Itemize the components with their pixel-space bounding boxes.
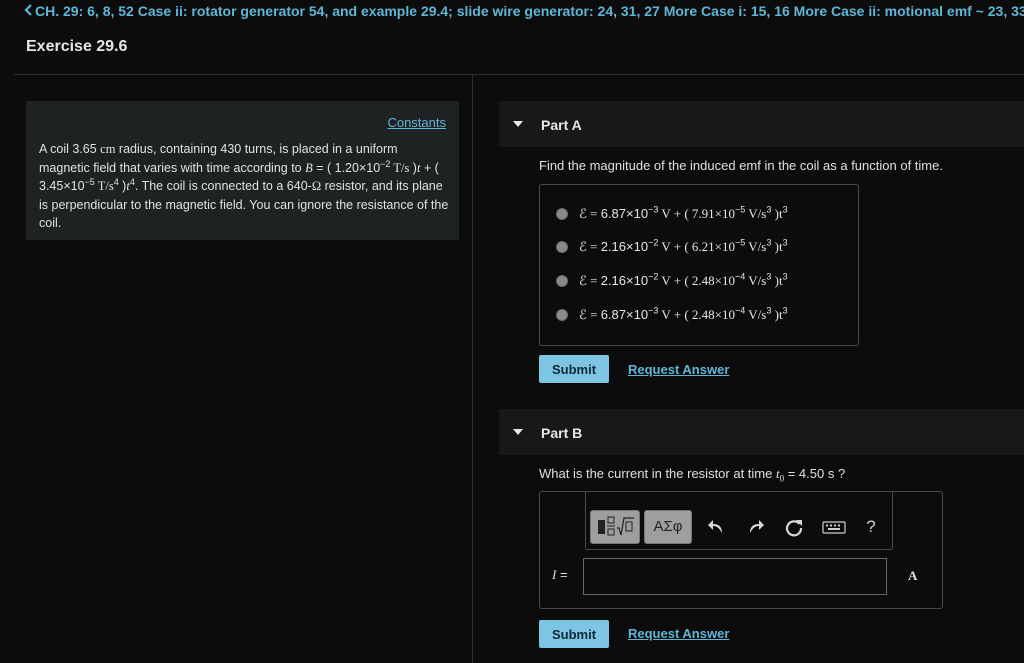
variable-t: )t <box>771 239 783 254</box>
header-divider <box>14 74 1024 75</box>
choice-option-4[interactable]: ℰ = 6.87×10−3 V + ( 2.48×10−4 V/s3 )t3 <box>556 305 788 325</box>
question-text: What is the current in the resistor at t… <box>539 466 776 481</box>
breadcrumb-text[interactable]: CH. 29: 6, 8, 52 Case ii: rotator genera… <box>35 3 1024 19</box>
answer-box: ΑΣφ ? I = A <box>539 491 943 609</box>
radio-button[interactable] <box>556 275 568 287</box>
undo-icon[interactable] <box>706 516 728 538</box>
problem-text-part: A coil 3.65 <box>39 142 101 156</box>
exponent: 3 <box>782 204 788 215</box>
answer-unit: A <box>908 568 918 583</box>
problem-text-part: = ( 1.20×10 <box>312 160 381 175</box>
radio-button[interactable] <box>556 241 568 253</box>
exponent: −5 <box>735 237 746 248</box>
exponent: −3 <box>648 305 659 316</box>
problem-statement-panel: Constants A coil 3.65 cm radius, contain… <box>26 101 459 240</box>
coef: 6.87×10 <box>600 206 649 221</box>
multiple-choice-group: ℰ = 6.87×10−3 V + ( 7.91×10−5 V/s3 )t3 ℰ… <box>539 184 859 346</box>
choice-option-2[interactable]: ℰ = 2.16×10−2 V + ( 6.21×10−5 V/s3 )t3 <box>556 237 788 257</box>
unit-ohm: Ω <box>311 179 322 193</box>
emf-symbol: ℰ = <box>579 239 601 254</box>
exponent: −2 <box>648 271 659 282</box>
coef: V + ( 2.48×10 <box>658 273 735 288</box>
answer-variable-label: I = <box>552 567 568 583</box>
fraction-root-template-icon <box>598 516 634 536</box>
exponent: −5 <box>84 176 95 187</box>
coef: 2.16×10 <box>600 239 649 254</box>
coef: V + ( 6.21×10 <box>658 239 735 254</box>
part-a-label: Part A <box>541 117 582 133</box>
part-a-submit-button[interactable]: Submit <box>539 355 609 383</box>
radio-button[interactable] <box>556 309 568 321</box>
variable-t: )t <box>771 273 783 288</box>
unit: V/s <box>745 239 767 254</box>
emf-symbol: ℰ = <box>579 307 601 322</box>
part-b-header[interactable]: Part B <box>499 409 1024 455</box>
exponent: −4 <box>735 305 746 316</box>
unit: V/s <box>745 273 767 288</box>
redo-icon[interactable] <box>744 516 766 538</box>
variable-t: )t <box>771 206 783 221</box>
choice-option-3[interactable]: ℰ = 2.16×10−2 V + ( 2.48×10−4 V/s3 )t3 <box>556 271 788 291</box>
part-b-question: What is the current in the resistor at t… <box>539 466 846 483</box>
problem-text-part: . The coil is connected to a 640- <box>134 179 312 193</box>
question-text: = 4.50 s ? <box>784 466 846 481</box>
equals-sign: = <box>556 567 568 582</box>
help-icon[interactable]: ? <box>860 516 882 538</box>
coef: V + ( 7.91×10 <box>658 206 735 221</box>
exponent: −4 <box>735 271 746 282</box>
variable-t: )t <box>771 307 783 322</box>
exponent: 3 <box>782 271 788 282</box>
templates-button[interactable] <box>590 510 640 544</box>
part-a-header[interactable]: Part A <box>499 101 1024 147</box>
coef: V + ( 2.48×10 <box>658 307 735 322</box>
page-title: Exercise 29.6 <box>26 38 128 55</box>
radio-button[interactable] <box>556 208 568 220</box>
choice-text[interactable]: ℰ = 2.16×10−2 V + ( 2.48×10−4 V/s3 )t3 <box>579 271 788 289</box>
emf-symbol: ℰ = <box>579 206 601 221</box>
part-b-submit-button[interactable]: Submit <box>539 620 609 648</box>
part-a-question: Find the magnitude of the induced emf in… <box>539 158 943 173</box>
chevron-left-icon[interactable] <box>24 3 33 19</box>
reset-icon[interactable] <box>783 516 805 538</box>
part-a-request-answer-link[interactable]: Request Answer <box>628 362 729 377</box>
coef: 2.16×10 <box>600 273 649 288</box>
part-b-label: Part B <box>541 425 583 441</box>
answer-input[interactable] <box>583 558 887 595</box>
keyboard-icon[interactable] <box>821 516 847 538</box>
coef: 6.87×10 <box>600 307 649 322</box>
collapse-triangle-icon[interactable] <box>513 121 523 127</box>
choice-text[interactable]: ℰ = 6.87×10−3 V + ( 2.48×10−4 V/s3 )t3 <box>579 305 788 323</box>
exponent: −2 <box>648 237 659 248</box>
exponent: −5 <box>735 204 746 215</box>
unit: V/s <box>745 307 767 322</box>
part-b-request-answer-link[interactable]: Request Answer <box>628 626 729 641</box>
unit: V/s <box>745 206 767 221</box>
choice-option-1[interactable]: ℰ = 6.87×10−3 V + ( 7.91×10−5 V/s3 )t3 <box>556 204 788 224</box>
exponent: 3 <box>782 237 788 248</box>
exponent: 3 <box>782 305 788 316</box>
choice-text[interactable]: ℰ = 2.16×10−2 V + ( 6.21×10−5 V/s3 )t3 <box>579 237 788 255</box>
problem-text: A coil 3.65 cm radius, containing 430 tu… <box>39 140 449 233</box>
symbols-button[interactable]: ΑΣφ <box>644 510 692 544</box>
choice-text[interactable]: ℰ = 6.87×10−3 V + ( 7.91×10−5 V/s3 )t3 <box>579 204 788 222</box>
unit-t-per-s: T/s <box>390 160 410 175</box>
collapse-triangle-icon[interactable] <box>513 429 523 435</box>
problem-text-part: ) <box>409 160 417 175</box>
exponent: −2 <box>380 158 391 169</box>
exponent: −3 <box>648 204 659 215</box>
unit-t-per-s4: T/s <box>94 179 114 193</box>
unit-cm: cm <box>100 142 116 156</box>
column-divider <box>472 75 473 663</box>
math-toolbar: ΑΣφ ? <box>585 492 893 550</box>
variable-b: B <box>305 160 313 175</box>
constants-link[interactable]: Constants <box>387 115 446 130</box>
breadcrumb[interactable]: CH. 29: 6, 8, 52 Case ii: rotator genera… <box>24 3 1024 19</box>
emf-symbol: ℰ = <box>579 273 601 288</box>
